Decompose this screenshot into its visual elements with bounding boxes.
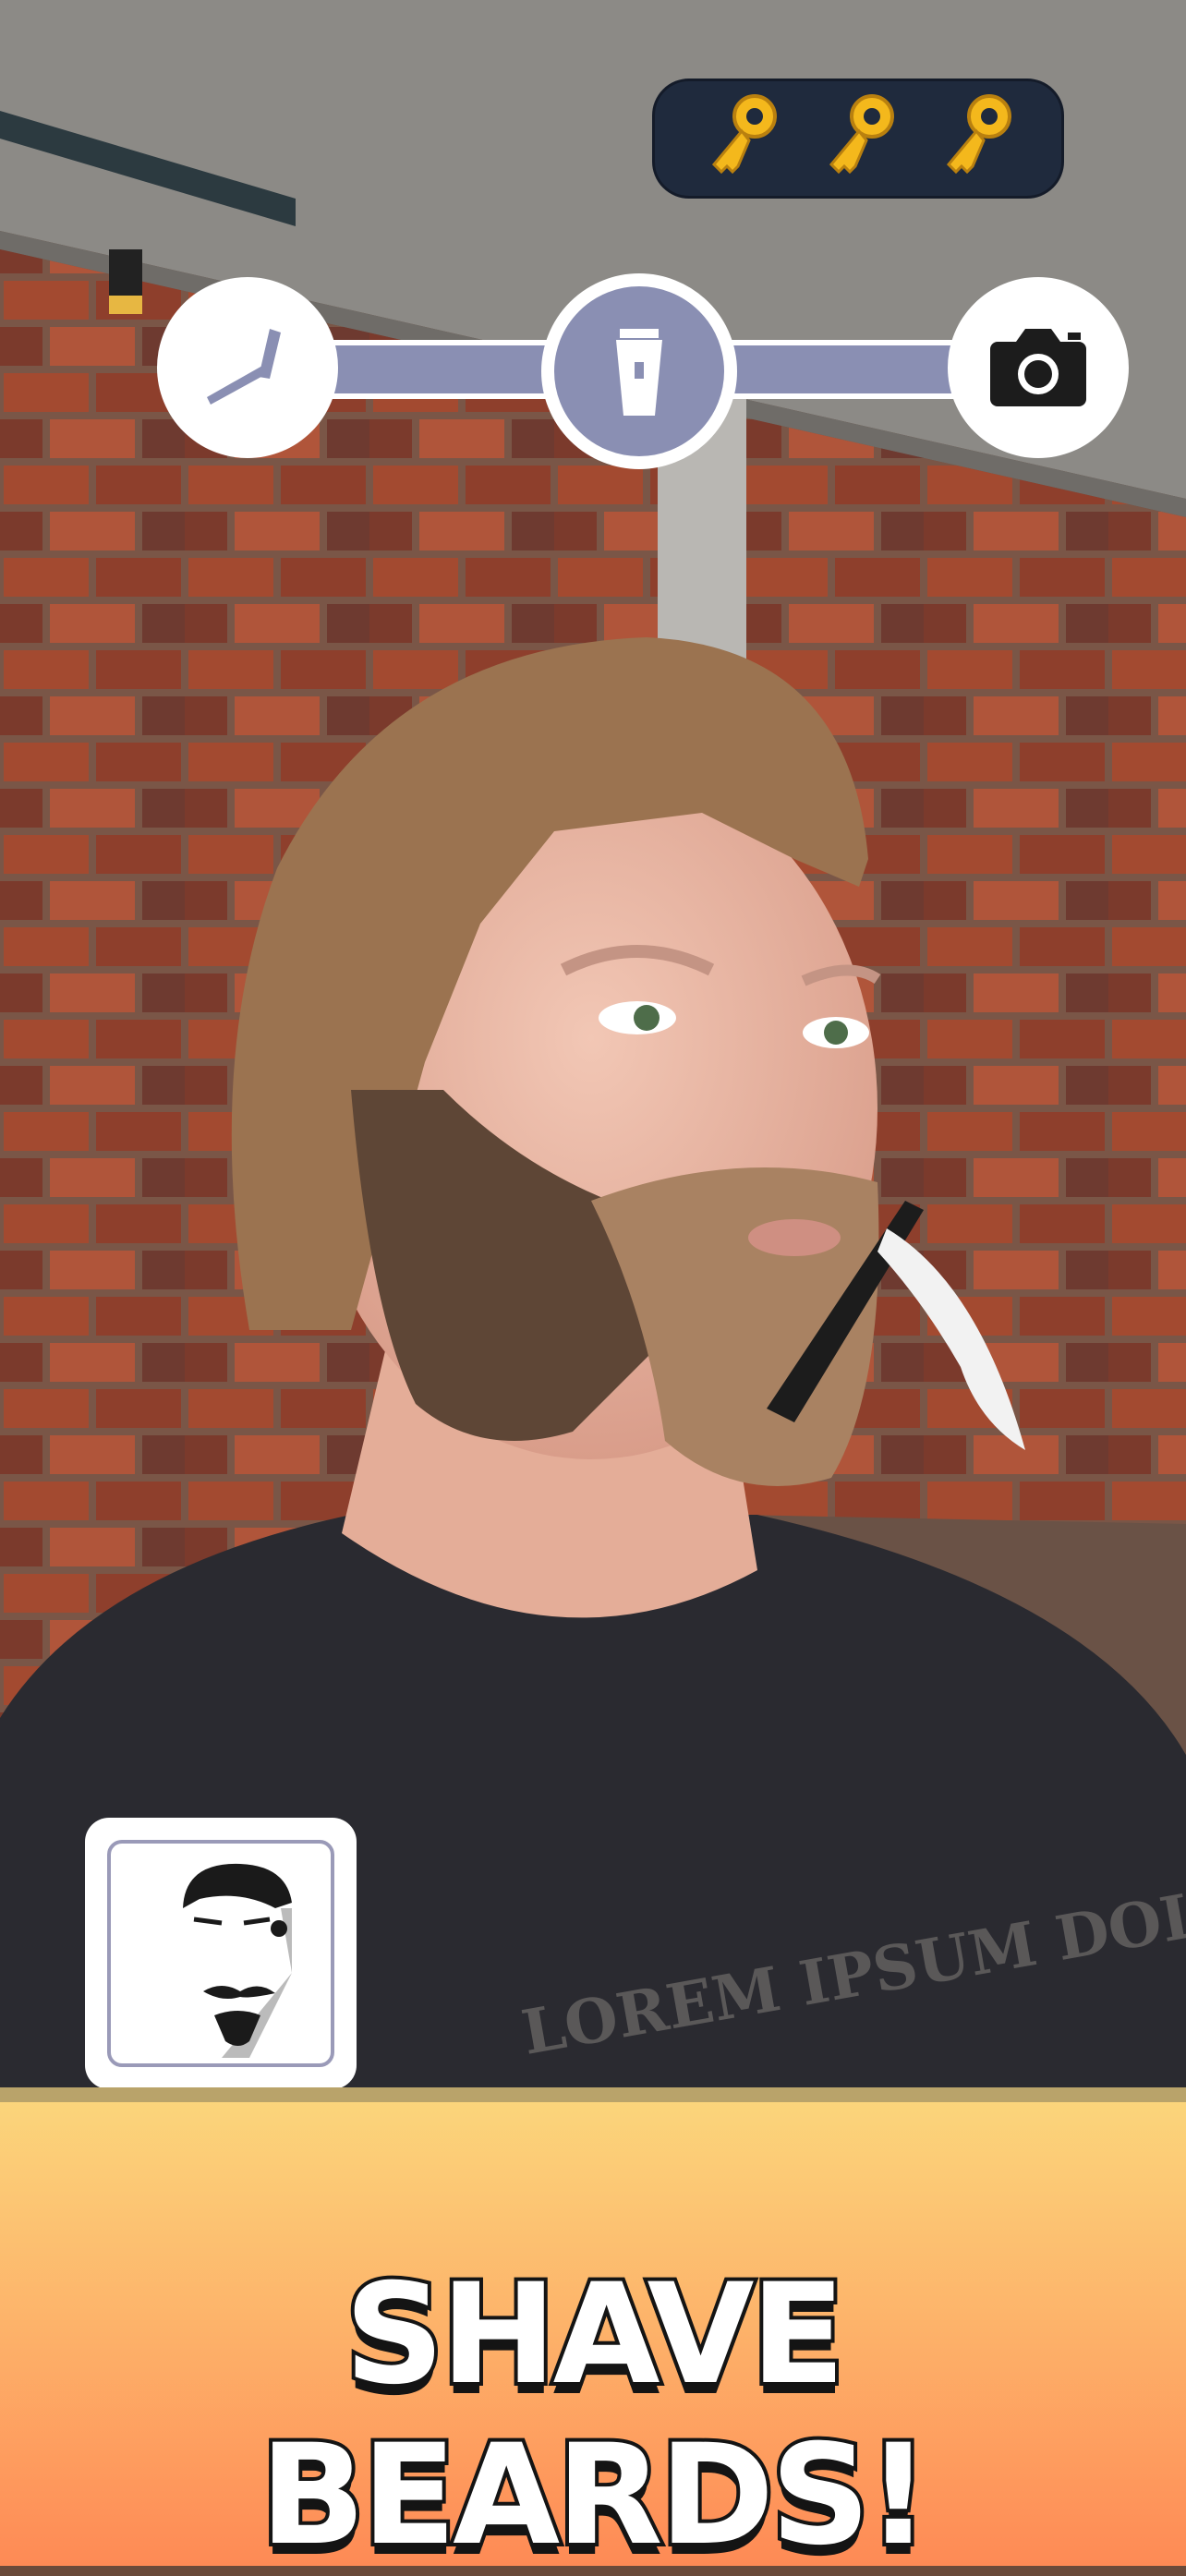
step-clipper[interactable] <box>541 273 737 469</box>
target-style-icon <box>183 1863 292 2058</box>
promo-banner: SHAVE BEARDS! <box>0 2087 1186 2576</box>
camera-icon <box>990 329 1086 406</box>
tool-progress-bar <box>157 273 1129 469</box>
target-style-frame <box>107 1840 334 2067</box>
step-razor[interactable] <box>157 277 338 458</box>
clipper-icon <box>616 329 662 416</box>
key-icon <box>712 94 778 175</box>
step-camera[interactable] <box>948 277 1129 458</box>
target-style-card[interactable] <box>85 1818 357 2089</box>
razor-icon <box>207 329 281 405</box>
banner-title: SHAVE BEARDS! <box>256 2251 933 2576</box>
key-icon <box>946 94 1011 175</box>
key-icon <box>829 94 894 175</box>
keys-panel <box>652 79 1064 199</box>
